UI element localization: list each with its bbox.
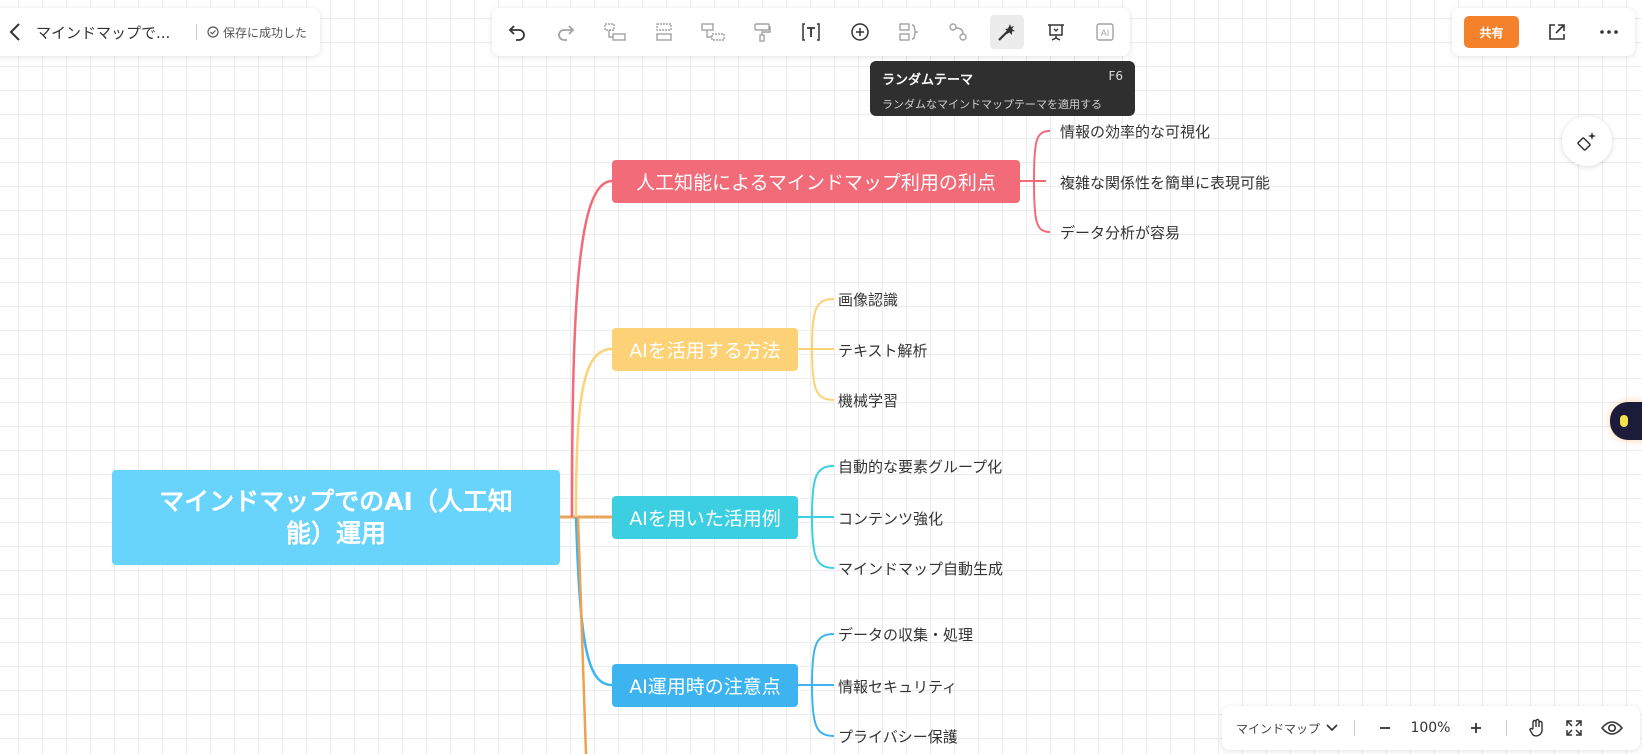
plus-icon: [1471, 723, 1482, 733]
undo-button[interactable]: [500, 15, 534, 49]
fit-screen-icon: [1566, 720, 1583, 736]
share-button[interactable]: 共有: [1464, 16, 1519, 48]
format-painter-icon: [754, 23, 771, 42]
external-link-icon: [1549, 24, 1565, 40]
add-child-icon: [604, 23, 626, 41]
branch-node[interactable]: AI運用時の注意点: [612, 664, 798, 707]
text-button[interactable]: [794, 15, 828, 49]
leaf-node[interactable]: 複雑な関係性を簡単に表現可能: [1060, 172, 1270, 193]
preview-button[interactable]: [1598, 714, 1626, 742]
tooltip-title: ランダムテーマ: [882, 73, 974, 88]
insert-button[interactable]: [843, 15, 877, 49]
summary-button[interactable]: [892, 15, 926, 49]
branch-node[interactable]: 人工知能によるマインドマップ利用の利点: [612, 160, 1020, 203]
random-theme-tooltip: ランダムテーマ F6 ランダムなマインドマップテーマを適用する: [870, 61, 1135, 116]
sparkle-brush-icon: [1577, 132, 1596, 151]
export-button[interactable]: [1543, 18, 1571, 46]
add-sibling-icon: [656, 23, 672, 41]
header-divider: [196, 24, 197, 40]
relation-line-icon: [949, 23, 967, 41]
add-child-button[interactable]: [598, 15, 632, 49]
ai-style-button[interactable]: [1562, 116, 1612, 166]
leaf-node[interactable]: テキスト解析: [838, 340, 928, 361]
save-status: 保存に成功した: [207, 24, 307, 41]
mindmap-connectors: [560, 130, 1051, 754]
leaf-node[interactable]: データ分析が容易: [1060, 222, 1180, 243]
fit-screen-button[interactable]: [1561, 714, 1589, 742]
leaf-node[interactable]: 情報セキュリティ: [838, 676, 957, 697]
leaf-node[interactable]: 画像認識: [838, 289, 898, 310]
root-node[interactable]: マインドマップでのAI（人工知能）運用: [112, 470, 560, 565]
undo-icon: [508, 25, 525, 41]
ai-button[interactable]: AI: [1088, 15, 1122, 49]
branch-node[interactable]: AIを活用する方法: [612, 328, 798, 371]
zoom-out-button[interactable]: [1371, 714, 1399, 742]
save-status-text: 保存に成功した: [223, 25, 308, 40]
presentation-icon: [1048, 24, 1064, 41]
document-header: マインドマップで... 保存に成功した: [0, 8, 320, 56]
assistant-robot[interactable]: [1610, 402, 1642, 440]
leaf-node[interactable]: コンテンツ強化: [838, 508, 943, 529]
more-horizontal-icon: [1600, 30, 1618, 34]
leaf-node[interactable]: 機械学習: [838, 390, 898, 411]
leaf-node[interactable]: マインドマップ自動生成: [838, 558, 1003, 579]
view-mode-select[interactable]: マインドマップ: [1236, 720, 1338, 737]
chevron-down-icon: [1326, 724, 1338, 732]
plus-circle-icon: [851, 23, 869, 41]
more-options-button[interactable]: [1595, 18, 1623, 46]
leaf-node[interactable]: 自動的な要素グループ化: [838, 456, 1002, 477]
redo-button[interactable]: [549, 15, 583, 49]
hand-icon: [1529, 718, 1543, 737]
robot-eye-icon: [1620, 415, 1628, 427]
svg-text:AI: AI: [1101, 28, 1110, 38]
separator: [1354, 720, 1355, 736]
back-icon[interactable]: [4, 21, 26, 43]
zoom-level: 100%: [1410, 720, 1451, 736]
zoom-in-button[interactable]: [1462, 714, 1490, 742]
add-parent-icon: [701, 23, 725, 41]
summary-icon: [899, 23, 918, 41]
add-sibling-button[interactable]: [647, 15, 681, 49]
random-theme-button[interactable]: [990, 15, 1024, 49]
minus-icon: [1379, 727, 1390, 729]
format-painter-button[interactable]: [745, 15, 779, 49]
magic-wand-icon: [998, 24, 1015, 41]
view-controls: マインドマップ 100%: [1222, 706, 1640, 750]
document-title[interactable]: マインドマップで...: [36, 22, 186, 43]
separator: [1505, 720, 1507, 736]
add-parent-button[interactable]: [696, 15, 730, 49]
share-bar: 共有: [1452, 8, 1635, 56]
check-circle-icon: [207, 26, 219, 38]
ai-icon: AI: [1096, 23, 1114, 41]
branch-node[interactable]: AIを用いた活用例: [612, 496, 798, 539]
leaf-node[interactable]: プライバシー保護: [838, 726, 958, 747]
view-mode-label: マインドマップ: [1236, 721, 1321, 736]
relation-line-button[interactable]: [941, 15, 975, 49]
leaf-node[interactable]: 情報の効率的な可視化: [1060, 121, 1210, 142]
redo-icon: [558, 25, 575, 41]
tooltip-shortcut: F6: [1108, 69, 1123, 83]
main-toolbar: AI: [492, 8, 1130, 56]
text-icon: [802, 23, 820, 41]
leaf-node[interactable]: データの収集・処理: [838, 624, 973, 645]
tooltip-description: ランダムなマインドマップテーマを適用する: [882, 98, 1102, 111]
eye-icon: [1601, 721, 1624, 735]
hand-tool-button[interactable]: [1523, 714, 1551, 742]
presentation-button[interactable]: [1039, 15, 1073, 49]
